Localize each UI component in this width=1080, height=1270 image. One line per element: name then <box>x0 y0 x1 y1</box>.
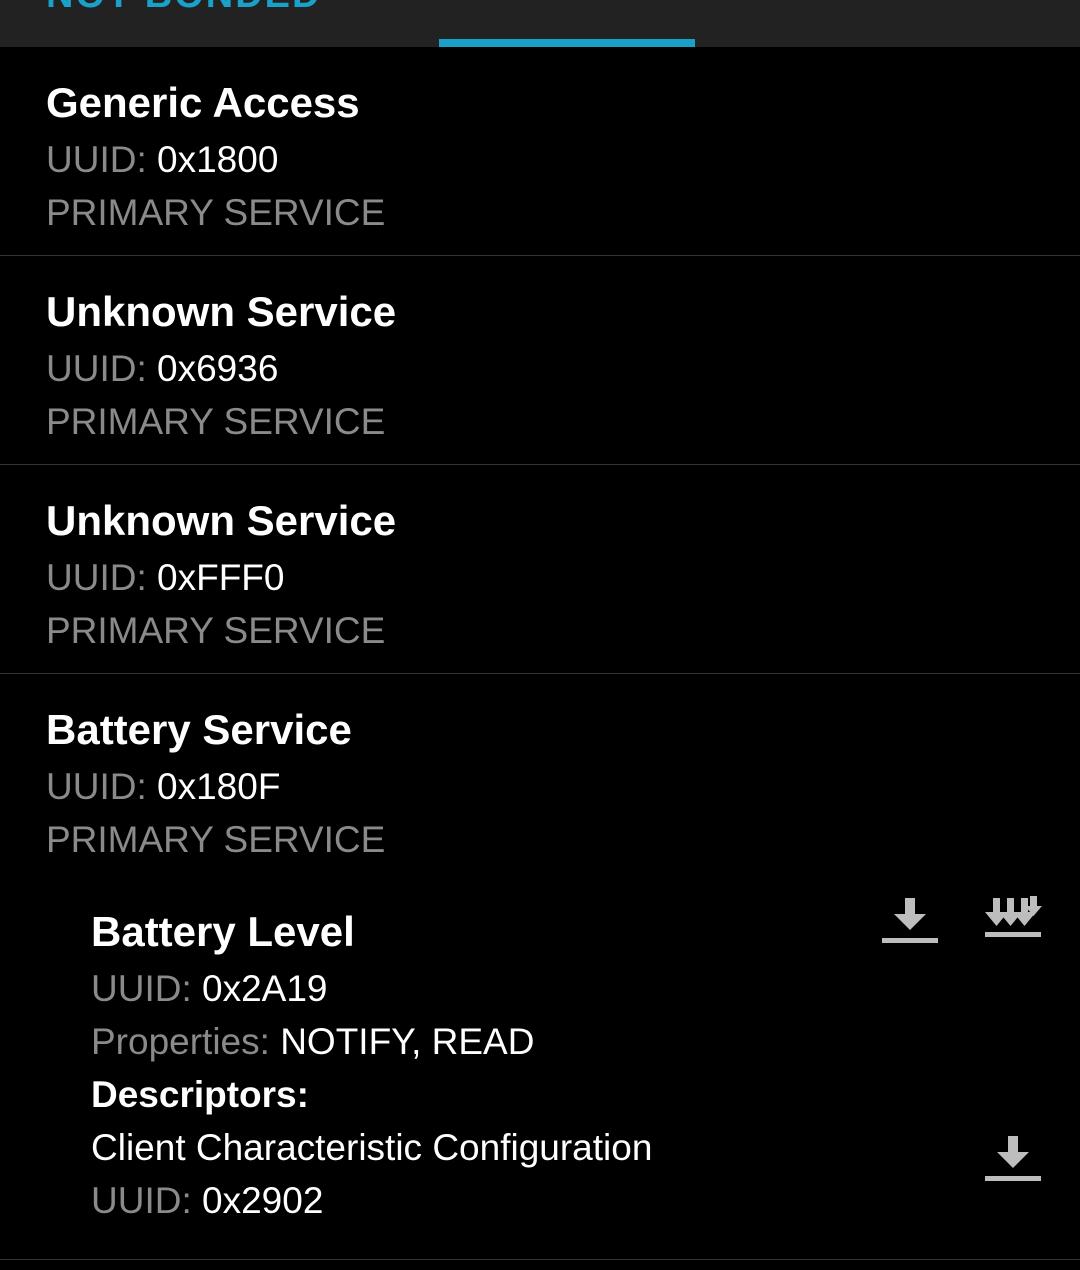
uuid-label: UUID: <box>91 1180 192 1221</box>
service-item[interactable]: Unknown Service UUID: 0x6936 PRIMARY SER… <box>0 256 1080 465</box>
service-item[interactable]: Unknown Service UUID: 0xFFF0 PRIMARY SER… <box>0 465 1080 674</box>
uuid-label: UUID: <box>91 968 192 1009</box>
service-item[interactable]: Generic Access UUID: 0x1800 PRIMARY SERV… <box>0 47 1080 256</box>
descriptor-name: Client Characteristic Configuration <box>91 1127 653 1168</box>
service-type: PRIMARY SERVICE <box>46 401 386 442</box>
read-button[interactable] <box>878 892 942 948</box>
download-icon <box>985 1136 1041 1181</box>
multi-download-icon <box>985 896 1042 937</box>
uuid-value: 0x2902 <box>202 1180 324 1221</box>
service-uuid-line: UUID: 0xFFF0 <box>46 557 284 599</box>
uuid-value: 0xFFF0 <box>157 557 285 598</box>
uuid-value: 0x1800 <box>157 139 279 180</box>
service-name: Generic Access <box>46 79 360 126</box>
properties-label: Properties: <box>91 1021 270 1062</box>
descriptors-heading: Descriptors: <box>91 1074 309 1115</box>
service-type: PRIMARY SERVICE <box>46 610 386 651</box>
service-type: PRIMARY SERVICE <box>46 192 386 233</box>
tab-indicator <box>439 39 695 47</box>
service-item-expanded[interactable]: Battery Service UUID: 0x180F PRIMARY SER… <box>0 674 1080 1260</box>
uuid-value: 0x6936 <box>157 348 279 389</box>
tab-bar: NOT BONDED <box>0 0 1080 47</box>
uuid-label: UUID: <box>46 348 147 389</box>
uuid-label: UUID: <box>46 557 147 598</box>
app-screen: NOT BONDED Generic Access UUID: 0x1800 P… <box>0 0 1080 1270</box>
uuid-label: UUID: <box>46 139 147 180</box>
download-icon <box>882 898 938 943</box>
characteristic-properties-line: Properties: NOTIFY, READ <box>91 1021 534 1063</box>
characteristic-uuid-line: UUID: 0x2A19 <box>91 968 328 1010</box>
notify-button[interactable] <box>981 892 1045 948</box>
descriptor-uuid-line: UUID: 0x2902 <box>91 1180 323 1222</box>
tab-not-bonded[interactable]: NOT BONDED <box>46 0 321 17</box>
service-uuid-line: UUID: 0x1800 <box>46 139 278 181</box>
service-uuid-line: UUID: 0x6936 <box>46 348 278 390</box>
service-name: Unknown Service <box>46 288 397 335</box>
properties-value: NOTIFY, READ <box>280 1021 535 1062</box>
uuid-value: 0x2A19 <box>202 968 328 1009</box>
characteristic-name: Battery Level <box>91 908 355 955</box>
characteristic-item[interactable]: Battery Level UUID: 0x2A19 Properties: N… <box>0 674 1080 1260</box>
divider <box>0 1259 1080 1260</box>
descriptor-read-button[interactable] <box>981 1130 1045 1186</box>
service-name: Unknown Service <box>46 497 397 544</box>
